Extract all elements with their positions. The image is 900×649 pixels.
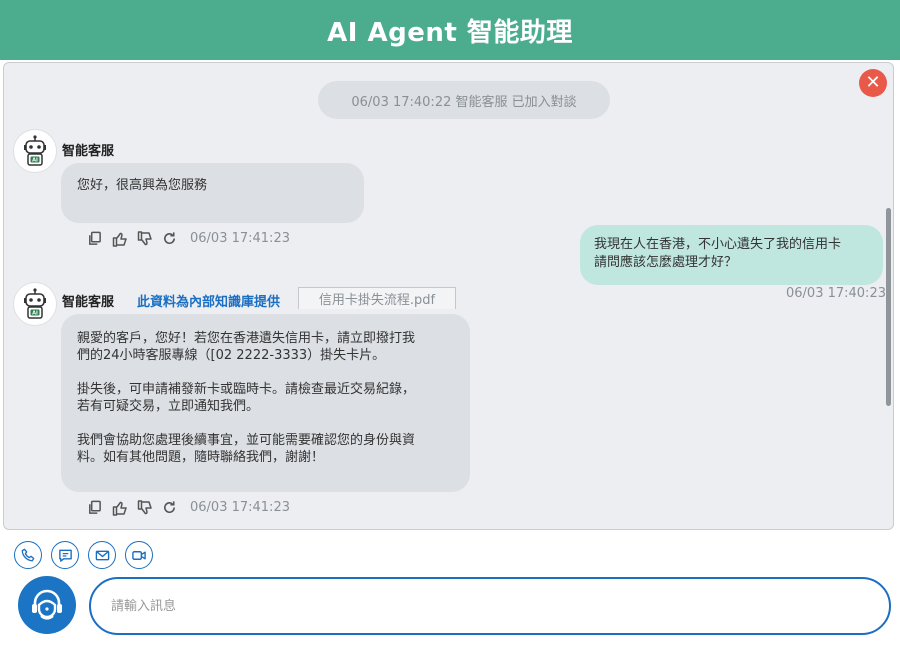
- chat-scrollbar[interactable]: [886, 208, 891, 406]
- message-actions: 06/03 17:41:23: [86, 499, 290, 516]
- video-button[interactable]: [125, 541, 153, 569]
- bot-message-bubble: 親愛的客戶，您好！若您在香港遺失信用卡，請立即撥打我 們的24小時客服專線（[0…: [61, 314, 470, 492]
- chat-panel: ✕ 06/03 17:40:22 智能客服 已加入對談 AI 智能客服 您好，很…: [3, 62, 894, 530]
- dislike-button[interactable]: [136, 499, 153, 516]
- mail-icon: [95, 550, 109, 560]
- video-icon: [132, 550, 146, 560]
- copy-icon: [89, 231, 101, 245]
- bot-message-bubble: 您好，很高興為您服務: [61, 163, 364, 223]
- system-message: 06/03 17:40:22 智能客服 已加入對談: [318, 81, 610, 119]
- message-paragraph: 我們會協助您處理後續事宜，並可能需要確認您的身份與資 料。如有其他問題，隨時聯絡…: [77, 433, 416, 465]
- like-button[interactable]: [111, 499, 128, 516]
- robot-icon: AI: [24, 288, 46, 319]
- message-paragraph: 親愛的客戶，您好！若您在香港遺失信用卡，請立即撥打我 們的24小時客服專線（[0…: [77, 331, 416, 363]
- copy-icon: [89, 500, 101, 514]
- source-file-tab[interactable]: 信用卡掛失流程.pdf: [298, 287, 456, 309]
- thumbs-up-icon: [112, 232, 127, 247]
- phone-button[interactable]: [14, 541, 42, 569]
- dislike-button[interactable]: [136, 230, 153, 247]
- message-text: 您好，很高興為您服務: [77, 178, 208, 193]
- svg-text:AI: AI: [32, 158, 38, 164]
- channel-buttons: [14, 541, 153, 569]
- regenerate-button[interactable]: [161, 499, 178, 516]
- phone-icon: [21, 548, 35, 562]
- app-header: AI Agent 智能助理: [0, 0, 900, 60]
- copy-button[interactable]: [86, 230, 103, 247]
- sender-name: 智能客服: [62, 144, 115, 159]
- user-message-timestamp: 06/03 17:40:23: [786, 286, 886, 301]
- refresh-icon: [164, 501, 175, 513]
- copy-button[interactable]: [86, 499, 103, 516]
- robot-icon: AI: [24, 135, 46, 166]
- refresh-icon: [164, 232, 175, 244]
- user-message-bubble: 我現在人在香港，不小心遺失了我的信用卡 請問應該怎麼處理才好？: [580, 225, 883, 285]
- bot-avatar: AI: [13, 129, 57, 173]
- knowledge-base-label: 此資料為內部知識庫提供: [137, 295, 281, 310]
- thumbs-down-icon: [137, 230, 152, 245]
- chat-icon: [58, 549, 72, 562]
- thumbs-up-icon: [112, 501, 127, 516]
- close-icon: ✕: [865, 72, 881, 93]
- thumbs-down-icon: [137, 499, 152, 514]
- mail-button[interactable]: [88, 541, 116, 569]
- message-actions: 06/03 17:41:23: [86, 230, 290, 247]
- message-timestamp: 06/03 17:41:23: [190, 500, 290, 515]
- svg-text:AI: AI: [32, 311, 38, 317]
- like-button[interactable]: [111, 230, 128, 247]
- headset-agent-icon: [32, 589, 62, 620]
- bot-avatar: AI: [13, 282, 57, 326]
- sender-name: 智能客服: [62, 295, 115, 310]
- chat-button[interactable]: [51, 541, 79, 569]
- app-title: AI Agent 智能助理: [327, 17, 573, 48]
- message-input[interactable]: [89, 577, 891, 635]
- regenerate-button[interactable]: [161, 230, 178, 247]
- close-button[interactable]: ✕: [859, 69, 887, 97]
- agent-avatar[interactable]: [18, 576, 76, 634]
- message-paragraph: 掛失後，可申請補發新卡或臨時卡。請檢查最近交易紀錄， 若有可疑交易，立即通知我們…: [77, 382, 416, 414]
- message-timestamp: 06/03 17:41:23: [190, 231, 290, 246]
